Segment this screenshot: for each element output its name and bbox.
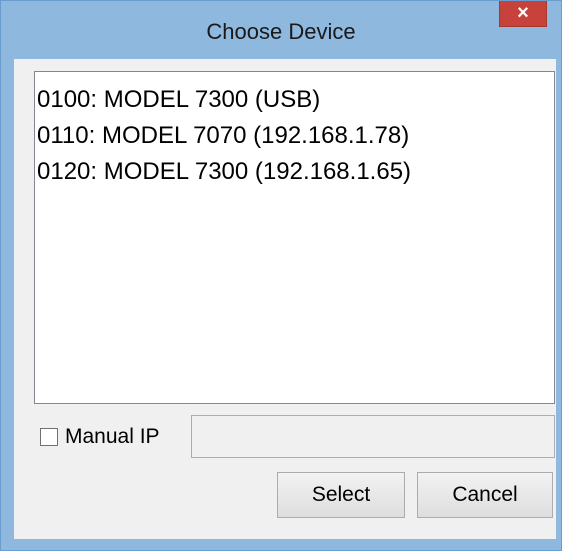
manual-ip-input[interactable] <box>191 415 555 458</box>
manual-ip-label[interactable]: Manual IP <box>65 425 160 449</box>
device-list-item[interactable]: 0110: MODEL 7070 (192.168.1.78) <box>35 118 554 154</box>
manual-ip-checkbox[interactable] <box>40 428 58 446</box>
title-bar[interactable]: Choose Device × <box>1 1 561 59</box>
choose-device-dialog: Choose Device × 0100: MODEL 7300 (USB) 0… <box>0 0 562 551</box>
cancel-button[interactable]: Cancel <box>417 472 553 518</box>
select-button[interactable]: Select <box>277 472 405 518</box>
dialog-title: Choose Device <box>206 19 356 44</box>
close-button[interactable]: × <box>499 1 547 27</box>
close-icon: × <box>517 2 529 24</box>
device-list-item[interactable]: 0100: MODEL 7300 (USB) <box>35 82 554 118</box>
dialog-body: 0100: MODEL 7300 (USB) 0110: MODEL 7070 … <box>14 59 556 539</box>
device-list-item[interactable]: 0120: MODEL 7300 (192.168.1.65) <box>35 154 554 190</box>
device-list[interactable]: 0100: MODEL 7300 (USB) 0110: MODEL 7070 … <box>34 71 555 404</box>
